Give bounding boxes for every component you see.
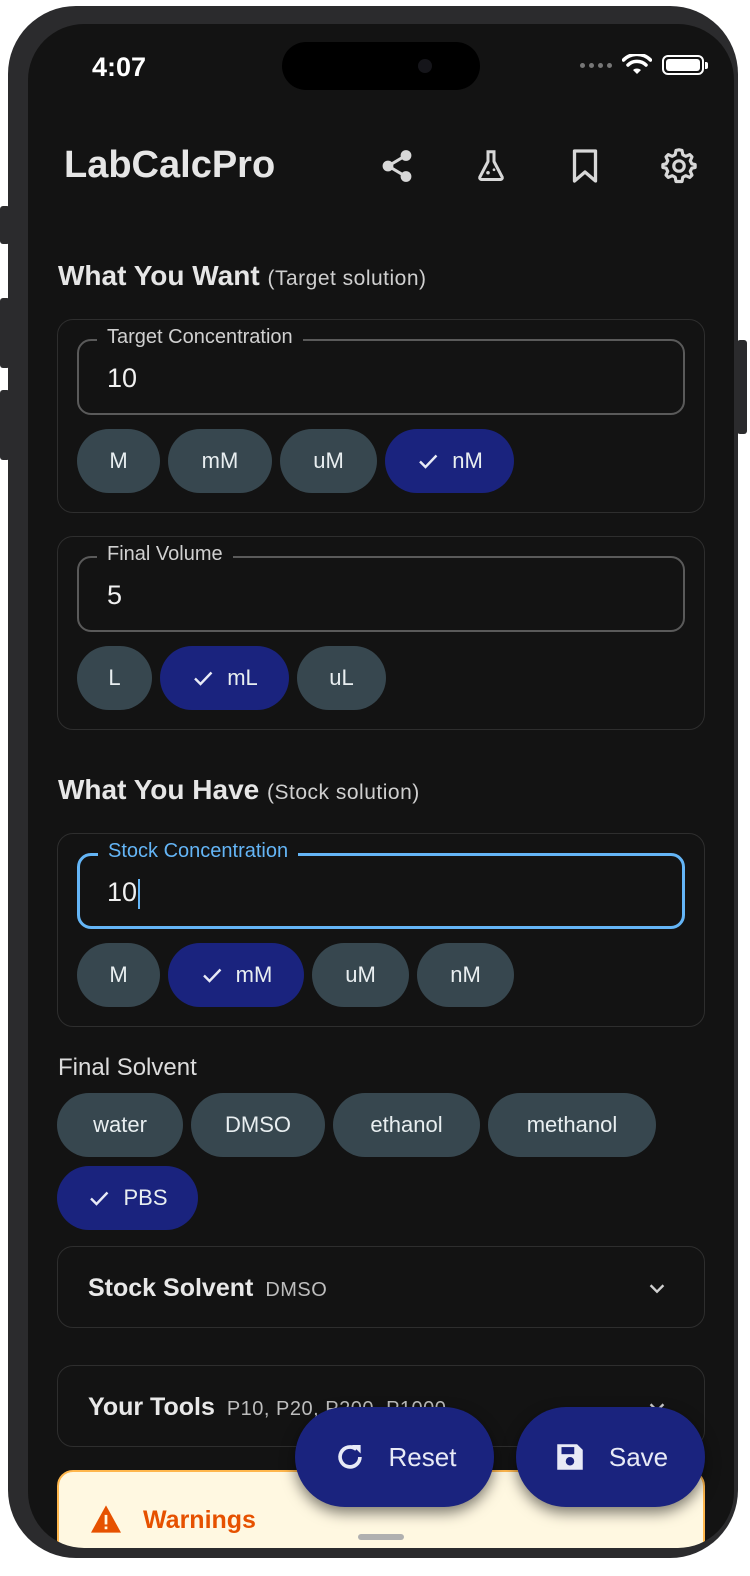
dynamic-island	[282, 42, 480, 90]
device-frame: 4:07 LabCalcPro What You Want (Target so…	[8, 6, 738, 1558]
stock-solvent-expander[interactable]: Stock Solvent DMSO	[57, 1246, 705, 1328]
stock-section-subtitle: (Stock solution)	[267, 781, 420, 804]
final-volume-value: 5	[107, 580, 123, 610]
unit-chip-mM-selected[interactable]: mM	[168, 943, 304, 1007]
bookmark-icon[interactable]	[561, 142, 609, 190]
stock-concentration-field[interactable]: Stock Concentration 10	[77, 840, 685, 929]
solvent-chip-pbs-selected[interactable]: PBS	[57, 1166, 198, 1230]
unit-chip-uL[interactable]: uL	[297, 646, 386, 710]
target-concentration-card: Target Concentration 10 M mM uM nM	[57, 319, 705, 513]
check-icon	[200, 963, 224, 987]
final-volume-card: Final Volume 5 L mL uL	[57, 536, 705, 730]
check-icon	[191, 666, 215, 690]
target-concentration-label: Target Concentration	[97, 326, 303, 349]
target-section-title: What You Want (Target solution)	[58, 260, 427, 291]
flask-icon[interactable]	[467, 142, 515, 190]
app-title: LabCalcPro	[64, 144, 276, 186]
save-icon	[553, 1440, 587, 1474]
save-label: Save	[608, 1441, 669, 1472]
final-volume-label: Final Volume	[97, 543, 233, 566]
stock-solvent-value: DMSO	[265, 1279, 328, 1301]
warnings-title: Warnings	[143, 1506, 256, 1534]
target-concentration-value: 10	[107, 363, 138, 393]
status-time: 4:07	[92, 52, 147, 82]
app-screen: 4:07 LabCalcPro What You Want (Target so…	[28, 24, 734, 1548]
unit-chip-uM[interactable]: uM	[280, 429, 377, 493]
volume-down-button	[0, 390, 10, 460]
warning-icon	[89, 1504, 123, 1539]
unit-chip-mM[interactable]: mM	[168, 429, 272, 493]
power-button	[737, 340, 747, 434]
stock-concentration-card: Stock Concentration 10 M mM uM nM	[57, 833, 705, 1027]
unit-chip-uM[interactable]: uM	[312, 943, 409, 1007]
solvent-chip-dmso[interactable]: DMSO	[191, 1093, 325, 1157]
cellular-icon	[580, 62, 612, 68]
unit-chip-nM[interactable]: nM	[417, 943, 514, 1007]
volume-up-button	[0, 298, 10, 368]
stock-solvent-title: Stock Solvent	[88, 1274, 254, 1302]
unit-chip-mL-selected[interactable]: mL	[160, 646, 289, 710]
final-solvent-label: Final Solvent	[58, 1054, 197, 1081]
stock-concentration-label: Stock Concentration	[98, 840, 299, 863]
unit-chip-L[interactable]: L	[77, 646, 152, 710]
stock-section-title: What You Have (Stock solution)	[58, 774, 420, 805]
chevron-down-icon	[646, 1277, 668, 1304]
reset-button[interactable]: Reset	[295, 1407, 494, 1507]
final-volume-field[interactable]: Final Volume 5	[77, 543, 685, 632]
unit-chip-nM-selected[interactable]: nM	[385, 429, 514, 493]
status-icons	[580, 54, 708, 76]
settings-icon[interactable]	[655, 142, 703, 190]
save-button[interactable]: Save	[516, 1407, 705, 1507]
final-volume-units: L mL uL	[77, 646, 386, 710]
share-icon[interactable]	[373, 142, 421, 190]
unit-chip-M[interactable]: M	[77, 429, 160, 493]
action-button	[0, 206, 10, 244]
home-indicator	[358, 1534, 404, 1540]
check-icon	[416, 449, 440, 473]
wifi-icon	[622, 54, 652, 74]
text-caret	[138, 878, 141, 909]
final-solvent-options: water DMSO ethanol methanol PBS	[57, 1093, 677, 1230]
solvent-chip-water[interactable]: water	[57, 1093, 183, 1157]
battery-icon	[662, 55, 708, 75]
solvent-chip-methanol[interactable]: methanol	[488, 1093, 656, 1157]
unit-chip-M[interactable]: M	[77, 943, 160, 1007]
check-icon	[87, 1186, 111, 1210]
tools-title: Your Tools	[88, 1393, 215, 1421]
target-concentration-units: M mM uM nM	[77, 429, 514, 493]
target-section-subtitle: (Target solution)	[267, 267, 427, 290]
stock-concentration-units: M mM uM nM	[77, 943, 514, 1007]
reset-label: Reset	[388, 1441, 457, 1472]
target-concentration-field[interactable]: Target Concentration 10	[77, 326, 685, 415]
stock-concentration-value: 10	[107, 877, 138, 907]
refresh-icon	[333, 1440, 367, 1474]
solvent-chip-ethanol[interactable]: ethanol	[333, 1093, 480, 1157]
